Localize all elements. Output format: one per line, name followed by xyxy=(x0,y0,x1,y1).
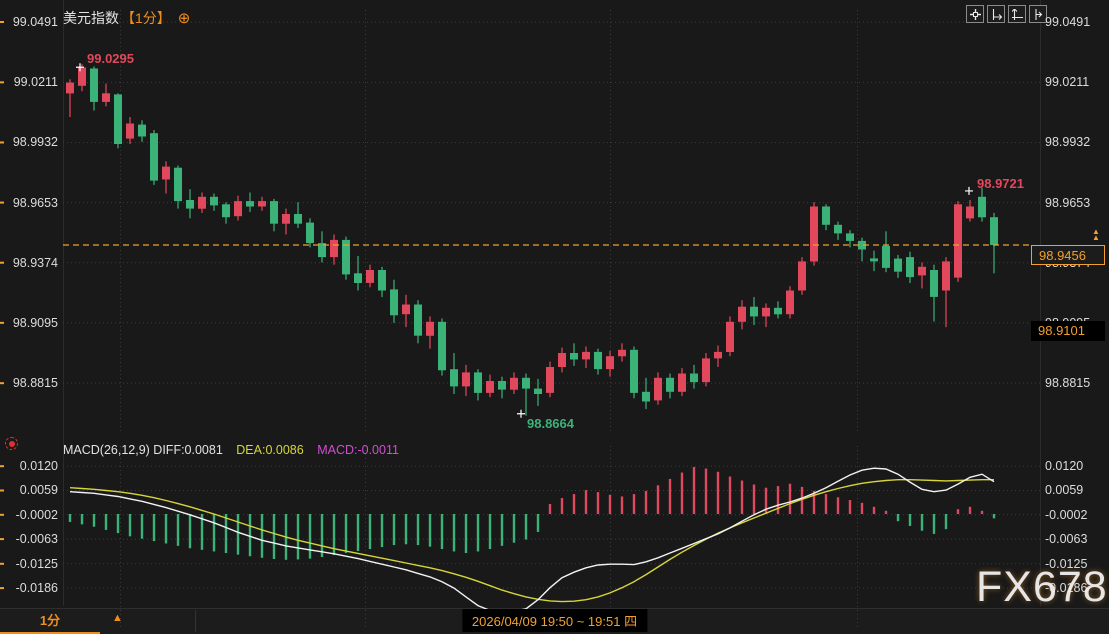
swing-high-label: 98.9721 xyxy=(977,176,1024,191)
axis-tick-label: -0.0063 xyxy=(4,532,58,546)
scroll-to-latest-icon[interactable]: ▲▲ xyxy=(1092,229,1100,241)
dot-shape xyxy=(9,441,15,447)
axis-tick-label: 98.8815 xyxy=(1045,376,1090,390)
axis-tick-label: 98.9653 xyxy=(4,196,58,210)
chart-header: 美元指数 【1分】 ⊕ xyxy=(63,8,190,28)
axis-tick-label: 98.8815 xyxy=(4,376,58,390)
settings-icon[interactable]: ⊕ xyxy=(178,11,191,26)
reference-price-tag: 98.9101 xyxy=(1031,321,1105,341)
axis-tick-label: 99.0211 xyxy=(4,75,58,89)
axis-tick-label: -0.0186 xyxy=(4,581,58,595)
axis-scale-left-icon[interactable] xyxy=(987,5,1005,23)
axis-tick-label: -0.0002 xyxy=(4,508,58,522)
chart-canvas[interactable] xyxy=(0,0,1109,634)
footer-divider xyxy=(195,610,196,632)
crosshair-icon[interactable] xyxy=(966,5,984,23)
axis-tick-label: 0.0120 xyxy=(1045,459,1083,473)
axis-tick-label: 0.0120 xyxy=(4,459,58,473)
symbol-title: 美元指数 xyxy=(63,8,119,28)
axis-tick-label: 98.9932 xyxy=(1045,135,1090,149)
macd-main-label: MACD(26,12,9) DIFF:0.0081 xyxy=(63,443,223,457)
tab-1min[interactable]: 1分 xyxy=(0,609,100,634)
period-label: 【1分】 xyxy=(121,8,171,28)
window-toolbar xyxy=(966,5,1047,23)
axis-scale-bottom-icon[interactable] xyxy=(1008,5,1026,23)
period-sort-arrow-icon[interactable]: ▲ xyxy=(112,612,123,624)
axis-tick-label: -0.0002 xyxy=(1045,508,1087,522)
axis-tick-label: 98.9095 xyxy=(4,316,58,330)
session-high-label: 99.0295 xyxy=(87,51,134,66)
axis-tick-label: 99.0491 xyxy=(4,15,58,29)
current-price-tag: 98.9456 xyxy=(1031,245,1105,265)
indicator-settings-icon[interactable] xyxy=(4,436,20,452)
axis-tick-label: 98.9374 xyxy=(4,256,58,270)
watermark: FX678 xyxy=(976,563,1108,612)
macd-header: MACD(26,12,9) DIFF:0.0081 DEA:0.0086 MAC… xyxy=(63,443,409,457)
date-range-label: 2026/04/09 19:50 ~ 19:51 四 xyxy=(462,609,647,632)
axis-tick-label: 98.9932 xyxy=(4,135,58,149)
axis-tick-label: 98.9653 xyxy=(1045,196,1090,210)
macd-dea-label: DEA:0.0086 xyxy=(236,443,303,457)
axis-tick-label: 0.0059 xyxy=(4,483,58,497)
axis-tick-label: 0.0059 xyxy=(1045,483,1083,497)
session-low-label: 98.8664 xyxy=(527,416,574,431)
axis-tick-label: 99.0491 xyxy=(1045,15,1090,29)
axis-tick-label: -0.0125 xyxy=(4,557,58,571)
chart-window: 美元指数 【1分】 ⊕ 99.0491 99.0211 98.9932 98.9653… xyxy=(0,0,1109,634)
axis-tick-label: 99.0211 xyxy=(1045,75,1089,89)
macd-value-label: MACD:-0.0011 xyxy=(317,443,399,457)
axis-tick-label: -0.0063 xyxy=(1045,532,1087,546)
